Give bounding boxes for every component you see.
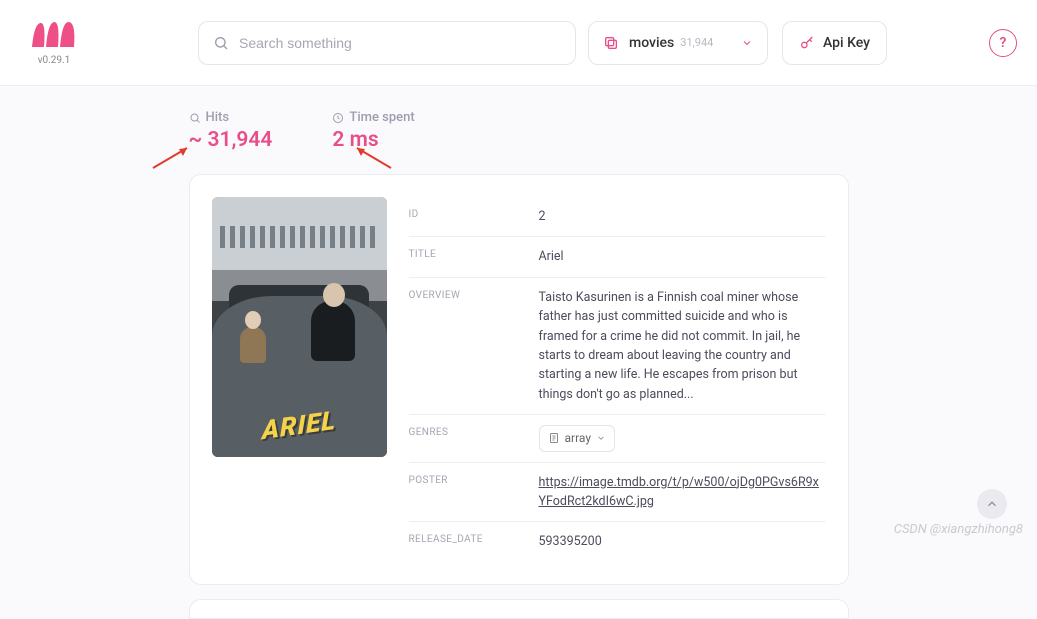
version-label: v0.29.1	[38, 55, 71, 66]
poster-link[interactable]: https://image.tmdb.org/t/p/w500/ojDg0PGv…	[539, 475, 819, 509]
copy-icon	[603, 35, 619, 51]
field-row-id: ID 2	[409, 197, 826, 237]
logo-icon	[30, 19, 78, 49]
field-row-title: TITLE Ariel	[409, 237, 826, 277]
api-key-button[interactable]: Api Key	[782, 21, 887, 65]
field-key: GENRES	[409, 425, 539, 452]
chevron-up-icon	[985, 497, 999, 511]
field-row-genres: GENRES array	[409, 415, 826, 463]
field-value: Ariel	[539, 247, 826, 266]
field-key: RELEASE_DATE	[409, 532, 539, 551]
field-key: OVERVIEW	[409, 288, 539, 404]
stat-hits: Hits ~ 31,944	[189, 110, 273, 152]
poster-image: ARIEL	[212, 197, 387, 457]
time-label: Time spent	[349, 110, 414, 125]
search-icon	[213, 35, 229, 51]
search-box[interactable]	[198, 21, 576, 65]
hits-label: Hits	[206, 110, 230, 125]
field-value: Taisto Kasurinen is a Finnish coal miner…	[539, 288, 826, 404]
annotation-arrow-icon	[353, 144, 393, 170]
logo-block: v0.29.1	[30, 19, 78, 66]
field-row-poster: POSTER https://image.tmdb.org/t/p/w500/o…	[409, 463, 826, 523]
field-key: POSTER	[409, 473, 539, 512]
document-icon	[548, 432, 560, 444]
clock-icon	[332, 112, 344, 124]
chevron-down-icon	[741, 37, 753, 49]
scroll-to-top-button[interactable]	[977, 489, 1007, 519]
stats-row: Hits ~ 31,944 Time spent 2 ms	[189, 110, 849, 152]
key-icon	[799, 35, 815, 51]
watermark: CSDN @xiangzhihong8	[894, 522, 1023, 537]
next-result-card	[189, 599, 849, 619]
field-row-overview: OVERVIEW Taisto Kasurinen is a Finnish c…	[409, 278, 826, 415]
hits-value: ~ 31,944	[189, 128, 273, 152]
annotation-arrow-icon	[151, 144, 191, 170]
top-bar: v0.29.1 movies 31,944 Api Key ?	[0, 0, 1037, 86]
result-card: ARIEL ID 2 TITLE Ariel OVERVIEW Taisto K…	[189, 174, 849, 585]
help-button[interactable]: ?	[989, 29, 1017, 57]
index-count: 31,944	[680, 36, 713, 49]
field-value: 2	[539, 207, 826, 226]
chevron-down-icon	[596, 433, 606, 443]
search-input[interactable]	[239, 35, 561, 51]
index-name: movies	[629, 35, 674, 51]
array-label: array	[565, 429, 592, 448]
field-key: ID	[409, 207, 539, 226]
content-area: Hits ~ 31,944 Time spent 2 ms	[0, 86, 1037, 619]
api-key-label: Api Key	[823, 35, 870, 51]
search-small-icon	[189, 112, 201, 124]
fields-list: ID 2 TITLE Ariel OVERVIEW Taisto Kasurin…	[409, 197, 826, 562]
field-key: TITLE	[409, 247, 539, 266]
index-selector[interactable]: movies 31,944	[588, 21, 768, 65]
field-row-release-date: RELEASE_DATE 593395200	[409, 522, 826, 561]
field-value: 593395200	[539, 532, 826, 551]
array-expand-button[interactable]: array	[539, 425, 616, 452]
